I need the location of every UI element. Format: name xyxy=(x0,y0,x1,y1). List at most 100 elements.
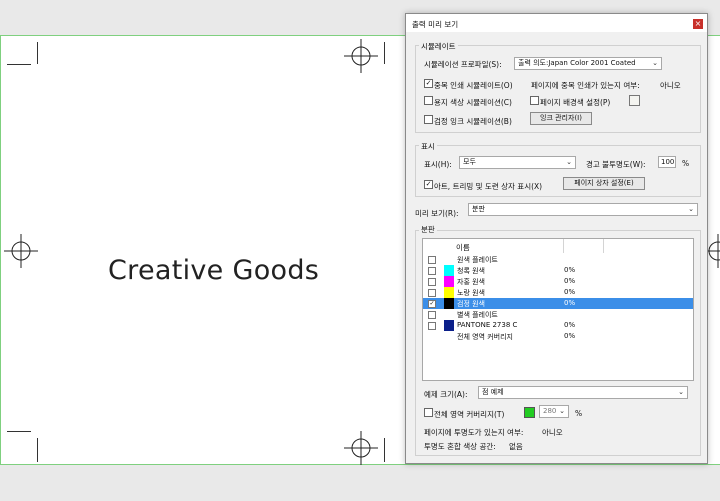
profile-label: 시뮬레이션 프로파일(S): xyxy=(424,60,502,69)
sample-size-select[interactable]: 점 예제 ⌄ xyxy=(478,386,688,399)
warning-opacity-label: 경고 불투명도(W): xyxy=(586,160,646,169)
separation-percent: 0% xyxy=(564,299,576,307)
separation-name: 전체 영역 커버리지 xyxy=(457,333,513,341)
page-overprint-value: 아니오 xyxy=(660,81,681,90)
crop-mark xyxy=(37,438,38,462)
transparency-label: 페이지에 투명도가 있는지 여부: xyxy=(424,428,524,437)
close-icon[interactable]: × xyxy=(693,19,703,29)
separation-percent: 0% xyxy=(564,288,576,296)
art-trim-checkbox[interactable]: ✓ xyxy=(424,180,433,189)
separation-checkbox[interactable] xyxy=(428,289,436,297)
coverage-color-swatch[interactable] xyxy=(524,407,535,418)
separation-name: 청록 원색 xyxy=(457,267,485,275)
registration-mark-icon xyxy=(4,234,38,268)
total-coverage-label: 전체 영역 커버리지(T) xyxy=(434,410,505,419)
profile-select-value: 출력 의도:Japan Color 2001 Coated xyxy=(518,59,636,67)
black-ink-label: 검정 잉크 시뮬레이션(B) xyxy=(434,117,512,126)
blend-space-label: 투명도 혼합 색상 공간: xyxy=(424,442,496,451)
chevron-down-icon: ⌄ xyxy=(678,388,684,396)
separation-checkbox[interactable]: ✓ xyxy=(428,300,436,308)
registration-mark-icon xyxy=(344,39,378,73)
preview-select[interactable]: 분판 ⌄ xyxy=(468,203,698,216)
page-bg-label: 페이지 배경색 설정(P) xyxy=(540,98,611,107)
separation-percent: 0% xyxy=(564,277,576,285)
list-item[interactable]: ✓ 검정 원색 0% xyxy=(423,298,693,309)
page-box-button[interactable]: 페이지 상자 설정(E) xyxy=(563,177,645,190)
column-divider xyxy=(563,239,564,253)
separation-name: 원색 플레이트 xyxy=(457,256,498,264)
show-select-value: 모두 xyxy=(463,158,476,166)
separation-checkbox[interactable] xyxy=(428,278,436,286)
coverage-value-select[interactable]: 280 ⌄ xyxy=(539,405,569,418)
show-select[interactable]: 모두 ⌄ xyxy=(459,156,576,169)
separation-percent: 0% xyxy=(564,332,576,340)
chevron-down-icon: ⌄ xyxy=(559,407,565,415)
coverage-value: 280 xyxy=(543,407,557,415)
column-divider xyxy=(603,239,604,253)
list-item[interactable]: 노랑 원색 0% xyxy=(423,287,693,298)
ink-swatch xyxy=(444,265,454,276)
column-header-name: 이름 xyxy=(456,243,470,252)
crop-mark xyxy=(7,431,31,432)
ink-swatch xyxy=(444,320,454,331)
separation-checkbox[interactable] xyxy=(428,311,436,319)
page-bg-checkbox[interactable] xyxy=(530,96,539,105)
separation-checkbox[interactable] xyxy=(428,322,436,330)
crop-mark xyxy=(7,64,31,65)
coverage-unit: % xyxy=(575,409,583,418)
paper-color-label: 용지 색상 시뮬레이션(C) xyxy=(434,98,512,107)
output-preview-dialog: 출력 미리 보기 × 시뮬레이트 시뮬레이션 프로파일(S): 출력 의도:Ja… xyxy=(405,13,708,464)
warning-opacity-input[interactable]: 100 xyxy=(658,156,676,168)
profile-select[interactable]: 출력 의도:Japan Color 2001 Coated ⌄ xyxy=(514,57,662,70)
separation-checkbox[interactable] xyxy=(428,256,436,264)
simulation-group-label: 시뮬레이트 xyxy=(419,41,458,52)
ink-swatch xyxy=(444,276,454,287)
list-item[interactable]: 청록 원색 0% xyxy=(423,265,693,276)
sample-size-value: 점 예제 xyxy=(482,388,504,396)
separation-percent: 0% xyxy=(564,266,576,274)
chevron-down-icon: ⌄ xyxy=(652,59,658,67)
list-item[interactable]: 전체 영역 커버리지 0% xyxy=(423,331,693,342)
separation-name: 자홍 원색 xyxy=(457,278,485,286)
separation-checkbox[interactable] xyxy=(428,267,436,275)
ink-swatch xyxy=(444,298,454,309)
preview-select-value: 분판 xyxy=(472,205,485,213)
paper-color-checkbox[interactable] xyxy=(424,96,433,105)
dialog-title: 출력 미리 보기 xyxy=(412,20,459,29)
transparency-value: 아니오 xyxy=(542,428,563,437)
chevron-down-icon: ⌄ xyxy=(688,205,694,213)
overprint-checkbox[interactable]: ✓ xyxy=(424,79,433,88)
blend-space-value: 없음 xyxy=(509,442,523,451)
separation-name: PANTONE 2738 C xyxy=(457,321,518,329)
show-label: 표시(H): xyxy=(424,160,452,169)
crop-mark xyxy=(37,42,38,64)
separations-group-label: 분판 xyxy=(419,224,437,235)
separations-list[interactable]: 이름 원색 플레이트청록 원색 0% 자홍 원색 0% 노랑 원색 0% ✓ 검정 원색 0% 별… xyxy=(422,238,694,381)
ink-manager-button[interactable]: 잉크 관리자(I) xyxy=(530,112,592,125)
sample-size-label: 예제 크기(A): xyxy=(424,390,468,399)
preview-label: 미리 보기(R): xyxy=(415,209,459,218)
page-bg-swatch[interactable] xyxy=(629,95,640,106)
separation-name: 별색 플레이트 xyxy=(457,311,498,319)
display-group-label: 표시 xyxy=(419,141,437,152)
title-bar[interactable]: 출력 미리 보기 × xyxy=(406,14,707,32)
registration-mark-icon xyxy=(344,431,378,465)
list-item[interactable]: PANTONE 2738 C 0% xyxy=(423,320,693,331)
black-ink-checkbox[interactable] xyxy=(424,115,433,124)
crop-mark xyxy=(384,438,385,462)
separation-name: 검정 원색 xyxy=(457,300,485,308)
ink-swatch xyxy=(444,287,454,298)
overprint-label: 중복 인쇄 시뮬레이트(O) xyxy=(434,81,513,90)
page-text: Creative Goods xyxy=(108,255,320,286)
separation-percent: 0% xyxy=(564,321,576,329)
separation-name: 노랑 원색 xyxy=(457,289,485,297)
list-item[interactable]: 별색 플레이트 xyxy=(423,309,693,320)
chevron-down-icon: ⌄ xyxy=(566,158,572,166)
list-item[interactable]: 원색 플레이트 xyxy=(423,254,693,265)
list-item[interactable]: 자홍 원색 0% xyxy=(423,276,693,287)
total-coverage-checkbox[interactable] xyxy=(424,408,433,417)
warning-opacity-unit: % xyxy=(682,159,690,168)
art-trim-label: 아트, 트리밍 및 도련 상자 표시(X) xyxy=(434,182,543,191)
page-overprint-label: 페이지에 중복 인쇄가 있는지 여부: xyxy=(531,81,640,90)
crop-mark xyxy=(384,42,385,64)
